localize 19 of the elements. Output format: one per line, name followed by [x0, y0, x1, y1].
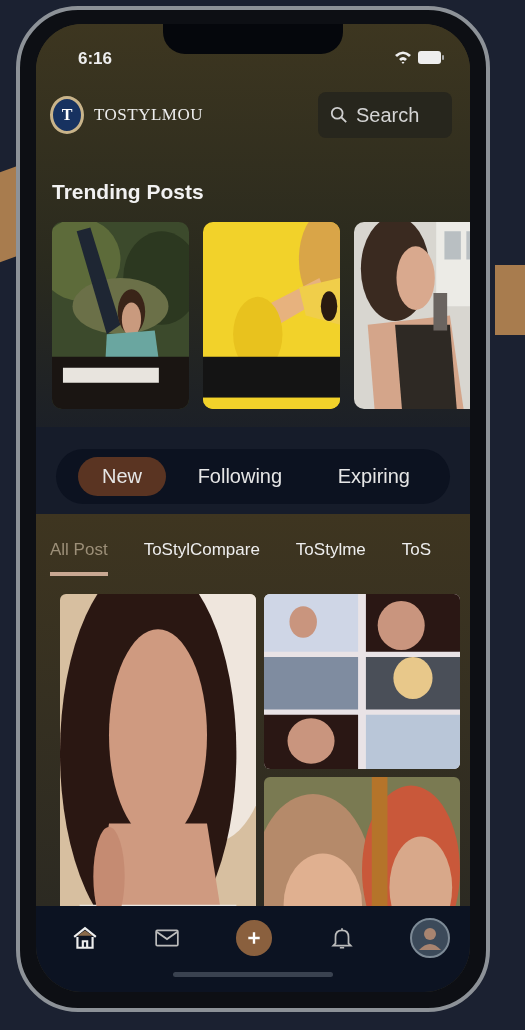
feed-tab[interactable]: Following: [173, 457, 307, 496]
feed-tab[interactable]: Expiring: [313, 457, 434, 496]
wifi-icon: [394, 50, 412, 64]
avatar-icon[interactable]: [410, 918, 450, 958]
status-time: 6:16: [78, 49, 113, 69]
category-tab[interactable]: ToStylme: [295, 536, 366, 576]
section-title: Trending Posts: [52, 180, 205, 204]
home-icon[interactable]: [72, 925, 98, 951]
battery-icon: [418, 50, 444, 64]
feed-tab[interactable]: New: [78, 457, 166, 496]
search-field[interactable]: Search: [318, 92, 452, 138]
add-post-button[interactable]: [235, 919, 273, 957]
background-shape: [495, 265, 525, 335]
category-tab[interactable]: ToS: [401, 536, 432, 576]
logo-emblem: T: [50, 96, 84, 134]
category-tab[interactable]: ToStylCompare: [143, 536, 260, 576]
brand-name: TOSTYLMOU: [94, 105, 204, 125]
category-tab[interactable]: All Post: [50, 536, 108, 576]
search-icon: [330, 106, 348, 124]
